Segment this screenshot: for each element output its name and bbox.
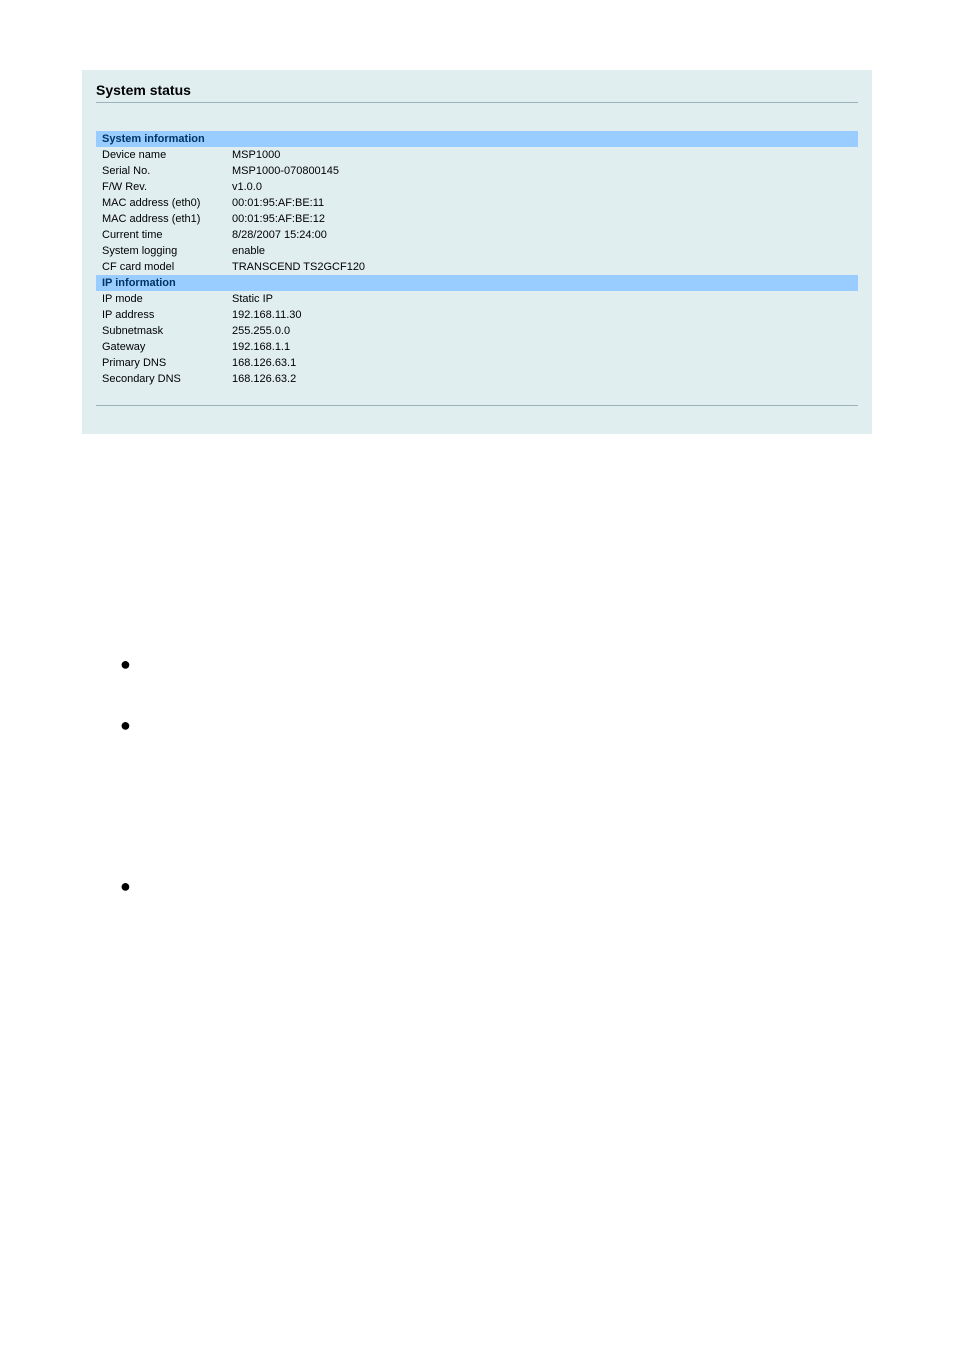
status-panel: System status System information Device … xyxy=(82,70,872,434)
label-fw-rev: F/W Rev. xyxy=(96,179,232,195)
row-ip-address: IP address 192.168.11.30 xyxy=(96,307,858,323)
value-fw-rev: v1.0.0 xyxy=(232,179,858,195)
bullet-icon: ● xyxy=(120,876,954,897)
row-gateway: Gateway 192.168.1.1 xyxy=(96,339,858,355)
label-cf-card: CF card model xyxy=(96,259,232,275)
value-subnetmask: 255.255.0.0 xyxy=(232,323,858,339)
row-ip-mode: IP mode Static IP xyxy=(96,291,858,307)
value-secondary-dns: 168.126.63.2 xyxy=(232,371,858,387)
row-secondary-dns: Secondary DNS 168.126.63.2 xyxy=(96,371,858,387)
label-ip-mode: IP mode xyxy=(96,291,232,307)
label-current-time: Current time xyxy=(96,227,232,243)
panel-divider-bottom xyxy=(96,405,858,406)
panel-title: System status xyxy=(82,70,872,102)
value-current-time: 8/28/2007 15:24:00 xyxy=(232,227,858,243)
value-device-name: MSP1000 xyxy=(232,147,858,163)
row-subnetmask: Subnetmask 255.255.0.0 xyxy=(96,323,858,339)
data-block: System information Device name MSP1000 S… xyxy=(96,131,858,387)
row-device-name: Device name MSP1000 xyxy=(96,147,858,163)
ip-information-header: IP information xyxy=(96,275,858,291)
row-mac-eth0: MAC address (eth0) 00:01:95:AF:BE:11 xyxy=(96,195,858,211)
value-primary-dns: 168.126.63.1 xyxy=(232,355,858,371)
label-primary-dns: Primary DNS xyxy=(96,355,232,371)
value-cf-card: TRANSCEND TS2GCF120 xyxy=(232,259,858,275)
bullet-icon: ● xyxy=(120,715,954,736)
value-mac-eth0: 00:01:95:AF:BE:11 xyxy=(232,195,858,211)
label-mac-eth1: MAC address (eth1) xyxy=(96,211,232,227)
row-sys-logging: System logging enable xyxy=(96,243,858,259)
bullet-list: ● ● ● xyxy=(0,654,954,897)
label-secondary-dns: Secondary DNS xyxy=(96,371,232,387)
label-sys-logging: System logging xyxy=(96,243,232,259)
row-cf-card: CF card model TRANSCEND TS2GCF120 xyxy=(96,259,858,275)
label-mac-eth0: MAC address (eth0) xyxy=(96,195,232,211)
row-fw-rev: F/W Rev. v1.0.0 xyxy=(96,179,858,195)
label-subnetmask: Subnetmask xyxy=(96,323,232,339)
panel-divider-top xyxy=(96,102,858,103)
row-primary-dns: Primary DNS 168.126.63.1 xyxy=(96,355,858,371)
label-serial-no: Serial No. xyxy=(96,163,232,179)
value-sys-logging: enable xyxy=(232,243,858,259)
value-mac-eth1: 00:01:95:AF:BE:12 xyxy=(232,211,858,227)
row-current-time: Current time 8/28/2007 15:24:00 xyxy=(96,227,858,243)
value-ip-mode: Static IP xyxy=(232,291,858,307)
label-gateway: Gateway xyxy=(96,339,232,355)
label-device-name: Device name xyxy=(96,147,232,163)
label-ip-address: IP address xyxy=(96,307,232,323)
row-serial-no: Serial No. MSP1000-070800145 xyxy=(96,163,858,179)
bullet-icon: ● xyxy=(120,654,954,675)
system-information-header: System information xyxy=(96,131,858,147)
value-gateway: 192.168.1.1 xyxy=(232,339,858,355)
row-mac-eth1: MAC address (eth1) 00:01:95:AF:BE:12 xyxy=(96,211,858,227)
value-ip-address: 192.168.11.30 xyxy=(232,307,858,323)
value-serial-no: MSP1000-070800145 xyxy=(232,163,858,179)
